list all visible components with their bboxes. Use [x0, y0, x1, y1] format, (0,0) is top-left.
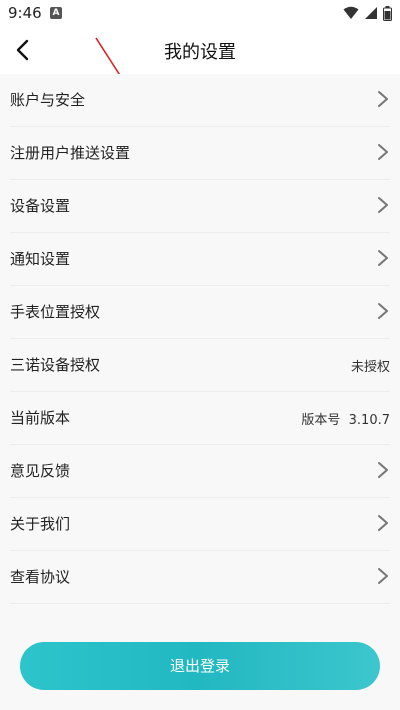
chevron-right-icon — [378, 568, 388, 584]
chevron-right-icon — [378, 303, 388, 319]
chevron-right-icon — [378, 91, 388, 107]
chevron-right-icon — [378, 197, 388, 213]
logout-button[interactable]: 退出登录 — [20, 642, 380, 690]
nav-bar: 我的设置 — [0, 26, 400, 74]
settings-list: 账户与安全 注册用户推送设置 设备设置 通知设置 手表位置授权 三诺设备授权 未… — [10, 74, 390, 604]
status-icons — [343, 5, 392, 21]
row-label: 意见反馈 — [10, 462, 71, 480]
row-label: 手表位置授权 — [10, 303, 101, 321]
version-number: 版本号 3.10.7 — [301, 413, 390, 428]
settings-row-view-agreement[interactable]: 查看协议 — [10, 551, 390, 604]
chevron-right-icon — [378, 515, 388, 531]
battery-icon — [383, 5, 392, 21]
status-time: 9:46 — [8, 4, 42, 22]
signal-icon — [365, 7, 377, 19]
chevron-right-icon — [378, 144, 388, 160]
row-label: 当前版本 — [10, 409, 71, 427]
settings-row-device-settings[interactable]: 设备设置 — [10, 180, 390, 233]
row-label: 设备设置 — [10, 197, 71, 215]
authorization-status: 未授权 — [350, 360, 390, 375]
notification-icon: A — [50, 7, 62, 19]
row-label: 查看协议 — [10, 568, 71, 586]
row-label: 关于我们 — [10, 515, 71, 533]
settings-row-account-security[interactable]: 账户与安全 — [10, 74, 390, 127]
chevron-right-icon — [378, 250, 388, 266]
settings-row-sannuo-device[interactable]: 三诺设备授权 未授权 — [10, 339, 390, 392]
settings-row-watch-location[interactable]: 手表位置授权 — [10, 286, 390, 339]
wifi-icon — [343, 6, 359, 19]
row-label: 通知设置 — [10, 250, 71, 268]
status-bar: 9:46 A — [0, 0, 400, 26]
settings-content: 账户与安全 注册用户推送设置 设备设置 通知设置 手表位置授权 三诺设备授权 未… — [0, 74, 400, 710]
row-label: 账户与安全 — [10, 91, 86, 109]
settings-row-feedback[interactable]: 意见反馈 — [10, 445, 390, 498]
settings-row-current-version: 当前版本 版本号 3.10.7 — [10, 392, 390, 445]
row-label: 注册用户推送设置 — [10, 144, 131, 162]
row-label: 三诺设备授权 — [10, 356, 101, 374]
settings-row-push-settings[interactable]: 注册用户推送设置 — [10, 127, 390, 180]
page-title: 我的设置 — [164, 42, 236, 63]
settings-row-notification-settings[interactable]: 通知设置 — [10, 233, 390, 286]
chevron-right-icon — [378, 462, 388, 478]
settings-row-about-us[interactable]: 关于我们 — [10, 498, 390, 551]
